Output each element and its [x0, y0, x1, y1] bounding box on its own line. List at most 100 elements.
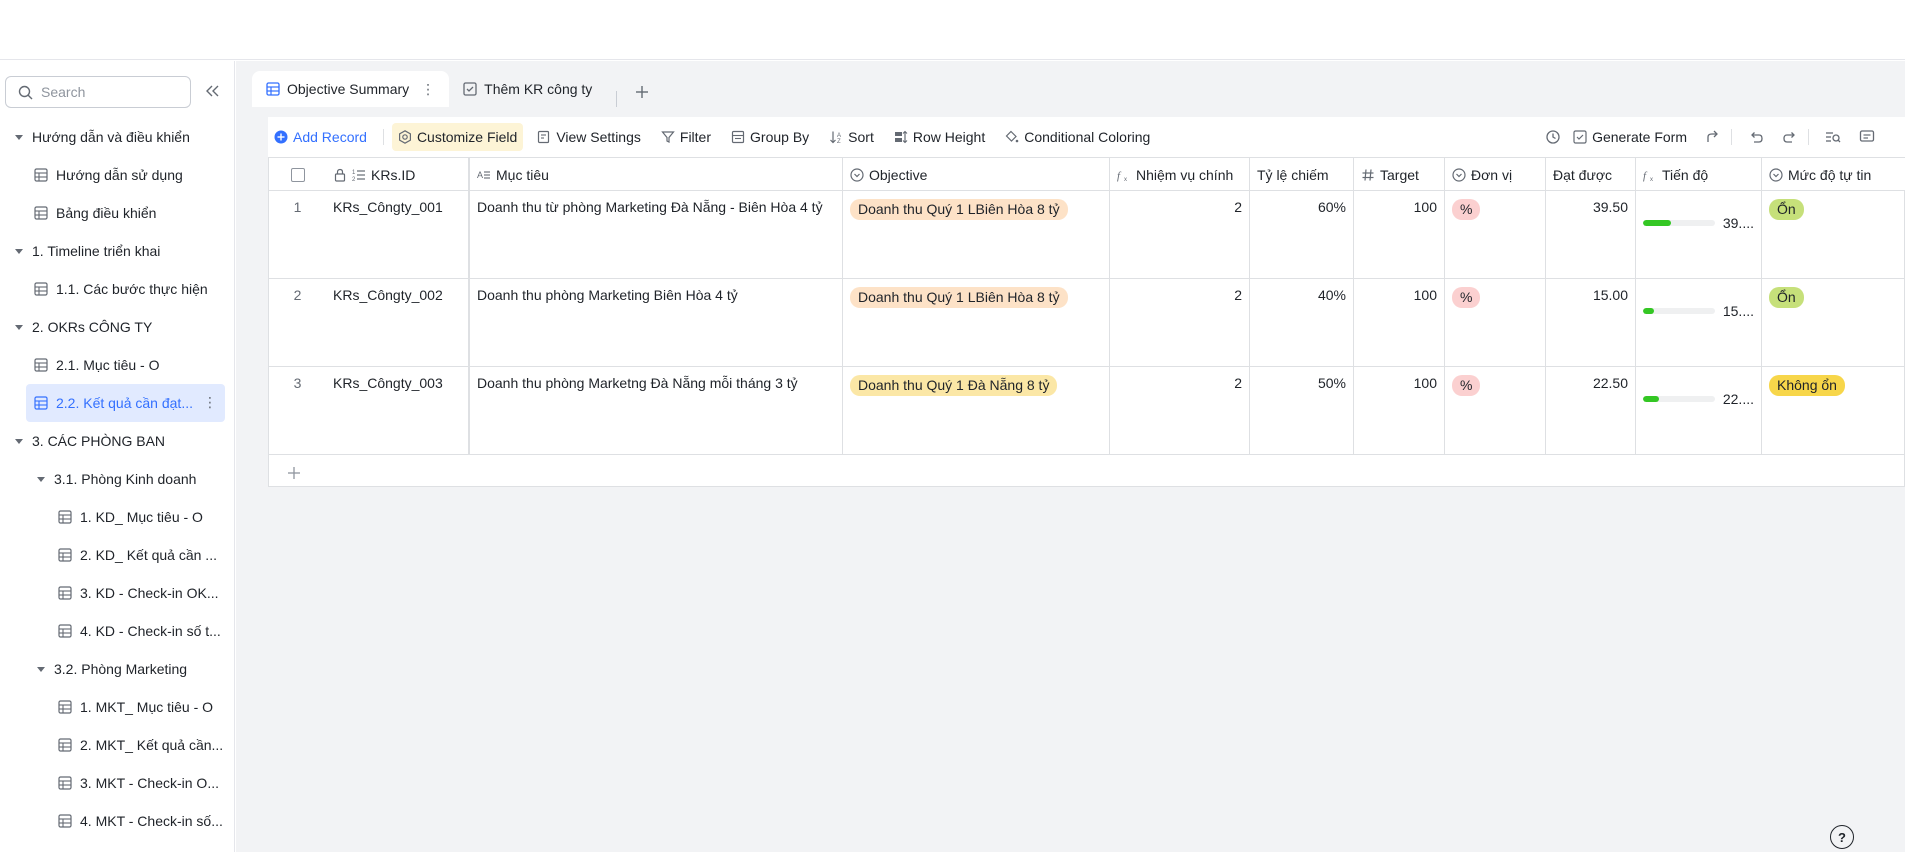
sidebar-item[interactable]: 3. CÁC PHÒNG BAN	[0, 422, 235, 460]
sidebar-item[interactable]: 3. KD - Check-in OK...	[0, 574, 235, 612]
caret-down-icon[interactable]	[14, 436, 24, 446]
sidebar-item[interactable]: 1.1. Các bước thực hiện	[0, 270, 235, 308]
cell-num[interactable]: 2	[269, 279, 326, 366]
redo-icon[interactable]	[1776, 123, 1804, 151]
cell-ty-le[interactable]: 60%	[1250, 191, 1354, 278]
sidebar-item[interactable]: 2. MKT_ Kết quả cần...	[0, 726, 235, 764]
generate-form-button[interactable]: Generate Form	[1567, 123, 1693, 151]
add-row-icon[interactable]	[285, 464, 303, 482]
cell-tien-do[interactable]: 22....	[1636, 367, 1762, 454]
more-options-icon[interactable]: ⋮	[203, 394, 217, 411]
svg-text:2: 2	[352, 177, 356, 182]
sidebar-item[interactable]: 4. KD - Check-in số t...	[0, 612, 235, 650]
caret-down-icon[interactable]	[36, 474, 46, 484]
caret-down-icon[interactable]	[14, 132, 24, 142]
sidebar-item[interactable]: Bảng điều khiển	[0, 194, 235, 232]
column-header-nhiem-vu[interactable]: fx Nhiệm vụ chính	[1110, 158, 1250, 191]
column-header-objective[interactable]: Objective	[843, 158, 1110, 191]
table-row[interactable]: 3 KRs_Côngty_003 Doanh thu phòng Marketng …	[269, 367, 1905, 455]
sort-button[interactable]: AZ Sort	[823, 123, 880, 151]
column-header-dat-duoc[interactable]: Đạt được	[1546, 158, 1636, 191]
cell-ty-le[interactable]: 40%	[1250, 279, 1354, 366]
caret-down-icon[interactable]	[14, 246, 24, 256]
cell-tien-do[interactable]: 15....	[1636, 279, 1762, 366]
table-row[interactable]: 1 KRs_Côngty_001 Doanh thu từ phòng Market…	[269, 191, 1905, 279]
cell-tien-do[interactable]: 39....	[1636, 191, 1762, 278]
add-view-icon[interactable]	[627, 77, 657, 107]
more-options-icon[interactable]: ⋮	[421, 81, 435, 98]
sidebar-item[interactable]: 1. Timeline triển khai	[0, 232, 235, 270]
cell-nhiem-vu[interactable]: 2	[1110, 367, 1250, 454]
cell-nhiem-vu[interactable]: 2	[1110, 191, 1250, 278]
cell-muc-tieu[interactable]: Doanh thu phòng Marketing Biên Hòa 4 tỷ	[469, 279, 843, 366]
search-records-icon[interactable]	[1819, 123, 1847, 151]
cell-objective[interactable]: Doanh thu Quý 1 LBiên Hòa 8 tỷ	[843, 279, 1110, 366]
conditional-coloring-button[interactable]: Conditional Coloring	[999, 123, 1156, 151]
column-header-ty-le[interactable]: Tỷ lệ chiếm	[1250, 158, 1354, 191]
cell-target[interactable]: 100	[1354, 191, 1445, 278]
sidebar-item[interactable]: Hướng dẫn và điều khiển	[0, 118, 235, 156]
view-settings-button[interactable]: View Settings	[531, 123, 647, 151]
customize-field-button[interactable]: Customize Field	[391, 123, 524, 151]
cell-muc-do[interactable]: Ổn	[1762, 279, 1905, 366]
cell-dat-duoc[interactable]: 39.50	[1546, 191, 1636, 278]
cell-nhiem-vu[interactable]: 2	[1110, 279, 1250, 366]
cell-target[interactable]: 100	[1354, 367, 1445, 454]
cell-objective[interactable]: Doanh thu Quý 1 LBiên Hòa 8 tỷ	[843, 191, 1110, 278]
sidebar-item[interactable]: 1. MKT_ Mục tiêu - O	[0, 688, 235, 726]
cell-dat-duoc[interactable]: 22.50	[1546, 367, 1636, 454]
column-header-muc-tieu[interactable]: A Mục tiêu	[469, 158, 843, 191]
column-header-tien-do[interactable]: fx Tiến độ	[1636, 158, 1762, 191]
column-header-don-vi[interactable]: Đơn vị	[1445, 158, 1546, 191]
help-icon[interactable]: ?	[1830, 825, 1854, 849]
share-icon[interactable]	[1699, 123, 1727, 151]
tab-them-kr[interactable]: Thêm KR công ty	[449, 71, 606, 107]
comment-icon[interactable]	[1853, 123, 1881, 151]
add-record-button[interactable]: Add Record	[268, 123, 373, 151]
sidebar-item[interactable]: 2. OKRs CÔNG TY	[0, 308, 235, 346]
tab-objective-summary[interactable]: Objective Summary ⋮	[252, 71, 450, 107]
cell-muc-tieu[interactable]: Doanh thu phòng Marketng Đà Nẵng mỗi thá…	[469, 367, 843, 454]
sidebar-item[interactable]: 1. KD_ Mục tiêu - O	[0, 498, 235, 536]
cell-ty-le[interactable]: 50%	[1250, 367, 1354, 454]
caret-down-icon[interactable]	[14, 322, 24, 332]
sidebar-item[interactable]: 2.1. Mục tiêu - O	[0, 346, 235, 384]
cell-krs-id[interactable]: KRs_Côngty_003	[326, 367, 469, 454]
column-label: Nhiệm vụ chính	[1136, 166, 1234, 183]
cell-don-vi[interactable]: %	[1445, 191, 1546, 278]
cell-don-vi[interactable]: %	[1445, 279, 1546, 366]
row-height-button[interactable]: Row Height	[888, 123, 991, 151]
sidebar-item[interactable]: 2.2. Kết quả cần đạt... ⋮	[26, 384, 225, 422]
sidebar-item[interactable]: 3.1. Phòng Kinh doanh	[0, 460, 235, 498]
cell-muc-do[interactable]: Không ổn	[1762, 367, 1905, 454]
cell-objective[interactable]: Doanh thu Quý 1 Đà Nẵng 8 tỷ	[843, 367, 1110, 454]
cell-dat-duoc[interactable]: 15.00	[1546, 279, 1636, 366]
select-all-checkbox[interactable]	[269, 158, 326, 191]
sidebar-item[interactable]: 3. MKT - Check-in O...	[0, 764, 235, 802]
cell-muc-do[interactable]: Ổn	[1762, 191, 1905, 278]
cell-num[interactable]: 3	[269, 367, 326, 454]
caret-down-icon[interactable]	[36, 664, 46, 674]
column-header-target[interactable]: Target	[1354, 158, 1445, 191]
sidebar-item[interactable]: 4. MKT - Check-in số...	[0, 802, 235, 840]
sidebar-item[interactable]: 3.2. Phòng Marketing	[0, 650, 235, 688]
group-by-button[interactable]: Group By	[725, 123, 815, 151]
column-header-krs-id[interactable]: 12 KRs.ID	[326, 158, 469, 191]
cell-target[interactable]: 100	[1354, 279, 1445, 366]
cell-don-vi[interactable]: %	[1445, 367, 1546, 454]
objective-tag: Doanh thu Quý 1 LBiên Hòa 8 tỷ	[850, 287, 1068, 308]
collapse-sidebar-icon[interactable]	[203, 81, 223, 101]
filter-button[interactable]: Filter	[655, 123, 717, 151]
history-icon[interactable]	[1539, 123, 1567, 151]
progress-bar: 22....	[1643, 391, 1754, 407]
sidebar-item[interactable]: Hướng dẫn sử dụng	[0, 156, 235, 194]
cell-muc-tieu[interactable]: Doanh thu từ phòng Marketing Đà Nẵng - B…	[469, 191, 843, 278]
sidebar-item[interactable]: 2. KD_ Kết quả cần ...	[0, 536, 235, 574]
cell-krs-id[interactable]: KRs_Côngty_002	[326, 279, 469, 366]
table-row[interactable]: 2 KRs_Côngty_002 Doanh thu phòng Marketing…	[269, 279, 1905, 367]
undo-icon[interactable]	[1742, 123, 1770, 151]
cell-num[interactable]: 1	[269, 191, 326, 278]
cell-krs-id[interactable]: KRs_Côngty_001	[326, 191, 469, 278]
column-header-muc-do[interactable]: Mức độ tự tin	[1762, 158, 1905, 191]
search-input[interactable]: Search	[5, 76, 191, 108]
